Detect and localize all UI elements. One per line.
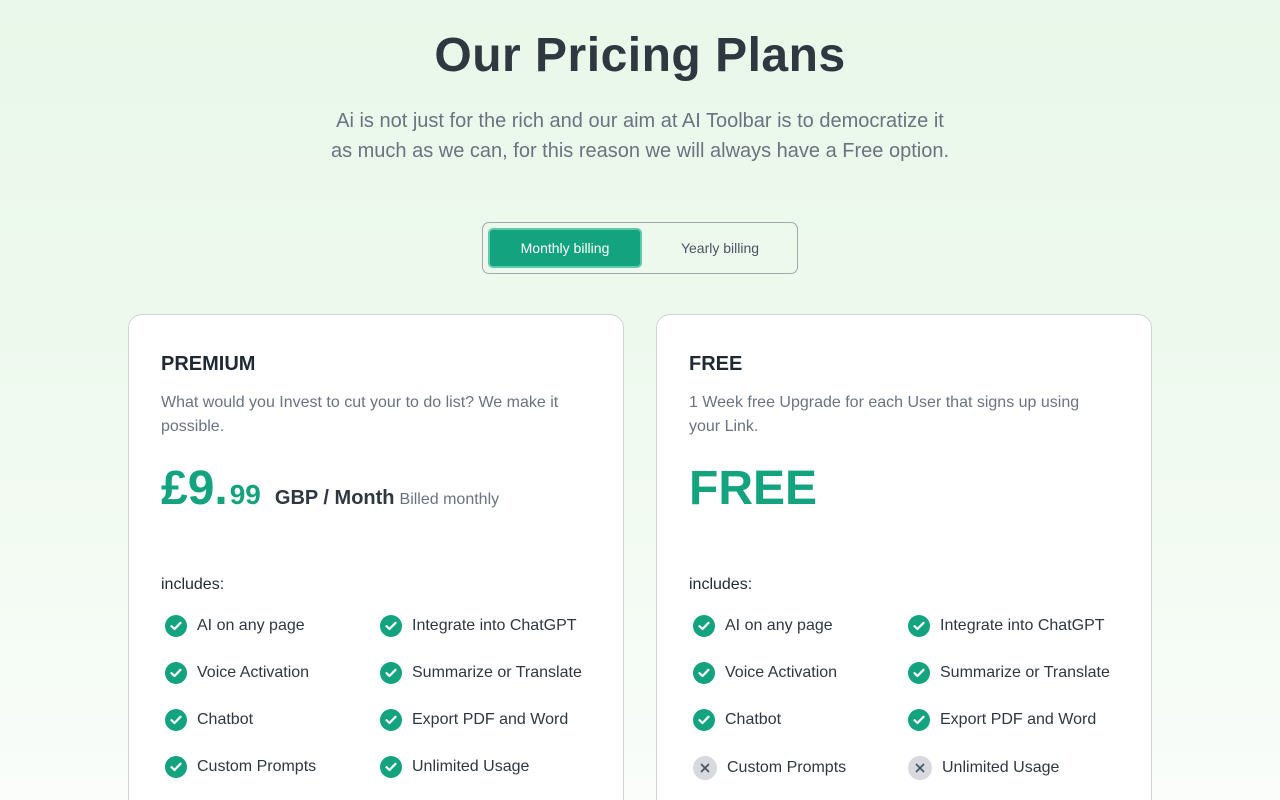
- feature-label: Unlimited Usage: [412, 758, 530, 775]
- check-circle-icon: [908, 615, 930, 637]
- feature-item: Export PDF and Word: [908, 709, 1096, 731]
- feature-item: Chatbot: [693, 709, 781, 731]
- includes-label: includes:: [689, 576, 753, 593]
- check-circle-icon: [908, 709, 930, 731]
- check-circle-icon: [380, 615, 402, 637]
- feature-label: Chatbot: [197, 711, 254, 728]
- feature-label: Unlimited Usage: [942, 759, 1060, 776]
- check-circle-icon: [380, 756, 402, 778]
- check-circle-icon: [693, 615, 715, 637]
- feature-label: Integrate into ChatGPT: [412, 617, 577, 634]
- feature-label: AI on any page: [197, 617, 305, 634]
- feature-label: AI on any page: [725, 617, 833, 634]
- feature-label: Voice Activation: [725, 664, 838, 681]
- feature-item: Unlimited Usage: [380, 756, 529, 778]
- cross-circle-icon: [693, 756, 717, 780]
- page-subtitle: Ai is not just for the rich and our aim …: [0, 106, 1280, 166]
- feature-label: Custom Prompts: [197, 758, 317, 775]
- cross-circle-icon: [908, 756, 932, 780]
- feature-item: Voice Activation: [693, 662, 837, 684]
- check-circle-icon: [165, 662, 187, 684]
- feature-item: Export PDF and Word: [380, 709, 568, 731]
- check-circle-icon: [693, 709, 715, 731]
- feature-item: Unlimited Usage: [908, 756, 1059, 780]
- plan-description: 1 Week free Upgrade for each User that s…: [689, 394, 1080, 435]
- feature-item: AI on any page: [165, 615, 305, 637]
- feature-item: AI on any page: [693, 615, 833, 637]
- check-circle-icon: [908, 662, 930, 684]
- subtitle-line-2: as much as we can, for this reason we wi…: [330, 140, 950, 162]
- plan-description: What would you Invest to cut your to do …: [161, 394, 559, 435]
- plan-card-premium: PREMIUM What would you Invest to cut you…: [128, 314, 624, 800]
- feature-item: Summarize or Translate: [908, 662, 1110, 684]
- plan-card-free: FREE 1 Week free Upgrade for each User t…: [656, 314, 1152, 800]
- plan-price: FREE: [689, 462, 818, 515]
- yearly-billing-button[interactable]: Yearly billing: [643, 228, 797, 268]
- price-billing-note: Billed monthly: [399, 491, 500, 508]
- subtitle-line-1: Ai is not just for the rich and our aim …: [336, 110, 944, 132]
- plan-name: FREE: [689, 353, 743, 375]
- check-circle-icon: [380, 709, 402, 731]
- monthly-billing-button[interactable]: Monthly billing: [488, 228, 642, 268]
- page-title: Our Pricing Plans: [434, 29, 846, 82]
- plan-price: £9. 99 GBP / Month Billed monthly: [161, 461, 499, 516]
- feature-item: Integrate into ChatGPT: [380, 615, 577, 637]
- feature-label: Export PDF and Word: [940, 711, 1097, 728]
- price-unit: GBP / Month: [274, 487, 395, 509]
- feature-item: Chatbot: [165, 709, 253, 731]
- feature-label: Export PDF and Word: [412, 711, 569, 728]
- billing-toggle: Monthly billing Yearly billing: [482, 222, 798, 274]
- price-amount: £9.: [161, 462, 228, 515]
- feature-item: Integrate into ChatGPT: [908, 615, 1105, 637]
- check-circle-icon: [380, 662, 402, 684]
- feature-label: Summarize or Translate: [412, 664, 582, 681]
- feature-label: Voice Activation: [197, 664, 310, 681]
- includes-label: includes:: [161, 576, 225, 593]
- feature-item: Summarize or Translate: [380, 662, 582, 684]
- feature-label: Summarize or Translate: [940, 664, 1110, 681]
- feature-item: Custom Prompts: [693, 756, 846, 780]
- check-circle-icon: [165, 756, 187, 778]
- feature-label: Integrate into ChatGPT: [940, 617, 1105, 634]
- check-circle-icon: [165, 709, 187, 731]
- feature-item: Custom Prompts: [165, 756, 316, 778]
- feature-label: Chatbot: [725, 711, 782, 728]
- feature-item: Voice Activation: [165, 662, 309, 684]
- plan-name: PREMIUM: [161, 353, 256, 375]
- feature-label: Custom Prompts: [727, 759, 847, 776]
- check-circle-icon: [693, 662, 715, 684]
- price-cents: 99: [229, 479, 261, 510]
- check-circle-icon: [165, 615, 187, 637]
